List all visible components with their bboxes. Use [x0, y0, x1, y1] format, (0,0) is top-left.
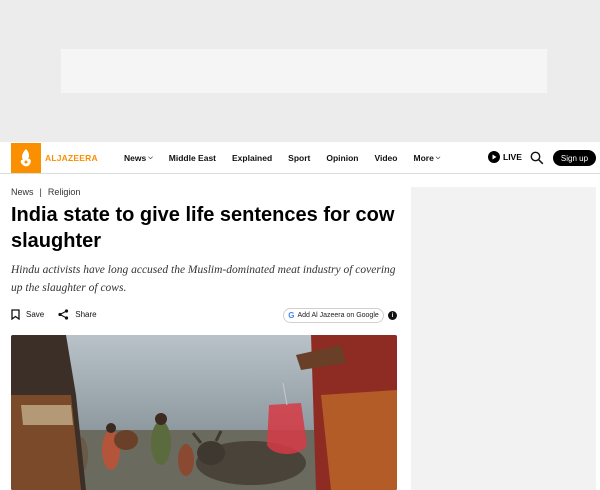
live-button[interactable]: LIVE	[488, 151, 522, 163]
chevron-down-icon: ⌵	[148, 154, 153, 161]
top-ad-band	[0, 0, 600, 142]
chevron-down-icon: ⌵	[435, 154, 441, 161]
breadcrumb-topic[interactable]: Religion	[48, 187, 81, 197]
aljazeera-logo[interactable]: ALJAZEERA	[11, 143, 98, 173]
bookmark-icon	[11, 309, 20, 320]
nav-item-sport[interactable]: Sport	[288, 153, 310, 163]
signup-button[interactable]: Sign up	[553, 150, 596, 166]
search-icon[interactable]	[530, 151, 544, 165]
nav-item-middle-east[interactable]: Middle East	[169, 153, 216, 163]
save-button[interactable]: Save	[11, 309, 44, 320]
share-icon	[58, 309, 69, 320]
nav-item-explained[interactable]: Explained	[232, 153, 272, 163]
add-on-google-button[interactable]: G Add Al Jazeera on Google	[283, 308, 384, 323]
share-label: Share	[75, 310, 97, 319]
nav-item-more[interactable]: More ⌵	[413, 153, 440, 163]
nav-item-label: More	[413, 153, 434, 163]
breadcrumb: News | Religion	[11, 187, 80, 197]
aljazeera-logo-icon	[11, 143, 41, 173]
live-label: LIVE	[503, 152, 522, 162]
nav-item-label: Middle East	[168, 153, 217, 163]
main-navbar: ALJAZEERA News ⌵ Middle East Explained Sp…	[0, 142, 600, 174]
nav-item-video[interactable]: Video	[374, 153, 397, 163]
save-label: Save	[26, 310, 45, 319]
nav-item-label: News	[124, 153, 147, 163]
nav-item-opinion[interactable]: Opinion	[326, 153, 358, 163]
nav-item-label: Opinion	[326, 153, 359, 163]
nav-item-label: Sport	[288, 153, 311, 163]
sidebar-ad-slot	[411, 187, 596, 490]
share-button[interactable]: Share	[58, 309, 97, 320]
info-icon[interactable]: i	[388, 311, 397, 320]
nav-item-label: Explained	[232, 153, 273, 163]
breadcrumb-section[interactable]: News	[11, 187, 34, 197]
brand-name: ALJAZEERA	[45, 153, 98, 163]
google-label: Add Al Jazeera on Google	[297, 312, 379, 319]
article-actions: Save Share	[11, 309, 111, 320]
top-ad-slot	[61, 49, 547, 93]
play-icon	[488, 151, 500, 163]
article-headline: India state to give life sentences for c…	[11, 204, 395, 252]
nav-item-label: Video	[374, 153, 398, 163]
google-icon: G	[288, 311, 295, 320]
article-hero-image	[11, 335, 397, 490]
nav-menu: News ⌵ Middle East Explained Sport Opinio…	[124, 142, 456, 174]
nav-item-news[interactable]: News ⌵	[124, 153, 153, 163]
article-subhead: Hindu activists have long accused the Mu…	[11, 264, 396, 294]
breadcrumb-separator: |	[39, 187, 42, 197]
